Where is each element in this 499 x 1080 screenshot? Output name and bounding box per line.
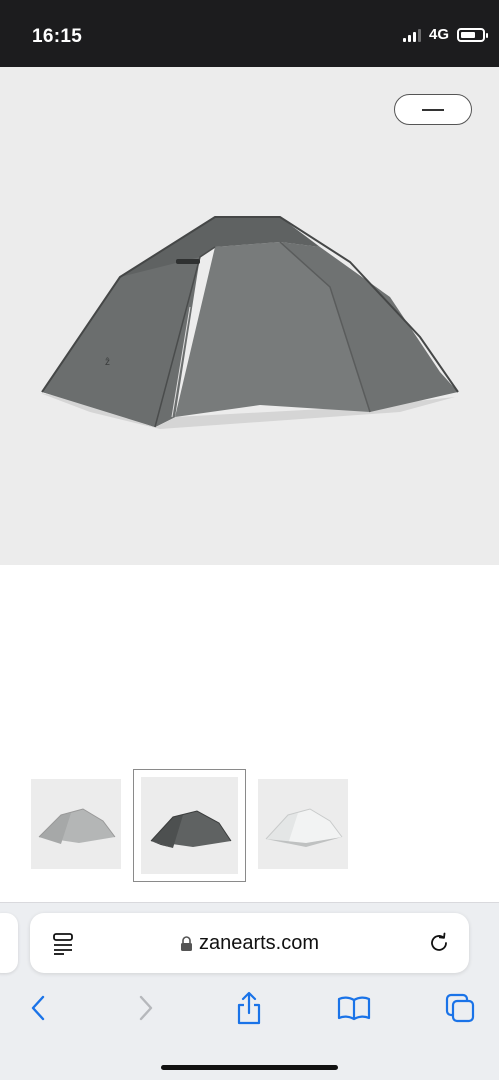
tent-icon: ẑ bbox=[40, 216, 459, 429]
browser-toolbar: zanearts.com bbox=[0, 902, 499, 1080]
thumb-tent-white[interactable] bbox=[258, 779, 348, 869]
bookmarks-button[interactable] bbox=[334, 988, 374, 1028]
product-hero-image: ẑ bbox=[0, 67, 499, 565]
collapse-button[interactable] bbox=[394, 94, 472, 125]
tabs-icon bbox=[445, 993, 475, 1023]
lock-icon bbox=[180, 935, 192, 951]
tent-icon bbox=[38, 808, 116, 844]
minus-icon bbox=[422, 108, 444, 111]
product-gallery bbox=[0, 565, 499, 905]
back-button[interactable] bbox=[18, 988, 58, 1028]
share-button[interactable] bbox=[229, 988, 269, 1028]
status-bar: 16:15 4G bbox=[0, 0, 499, 67]
share-icon bbox=[237, 991, 261, 1025]
reload-icon[interactable] bbox=[427, 931, 451, 955]
thumb-tent-light-gray[interactable] bbox=[31, 779, 121, 869]
network-type: 4G bbox=[428, 26, 449, 43]
forward-button[interactable] bbox=[126, 988, 166, 1028]
tabs-button[interactable] bbox=[440, 988, 480, 1028]
status-indicators: 4G bbox=[402, 26, 488, 43]
book-icon bbox=[337, 996, 371, 1021]
previous-tab-peek[interactable] bbox=[0, 913, 18, 973]
thumb-tent-dark-gray[interactable] bbox=[141, 777, 238, 874]
address-bar[interactable]: zanearts.com bbox=[30, 913, 469, 973]
signal-icon bbox=[402, 28, 421, 42]
browser-nav-row bbox=[0, 988, 499, 1028]
tent-icon bbox=[150, 810, 232, 848]
home-indicator[interactable] bbox=[161, 1065, 338, 1070]
tent-icon bbox=[265, 808, 343, 847]
battery-icon bbox=[457, 27, 488, 42]
url-display[interactable]: zanearts.com bbox=[30, 932, 469, 955]
status-time: 16:15 bbox=[32, 26, 83, 47]
chevron-right-icon bbox=[139, 995, 153, 1021]
svg-text:ẑ: ẑ bbox=[105, 357, 110, 368]
url-text: zanearts.com bbox=[198, 932, 320, 954]
chevron-left-icon bbox=[31, 995, 45, 1021]
